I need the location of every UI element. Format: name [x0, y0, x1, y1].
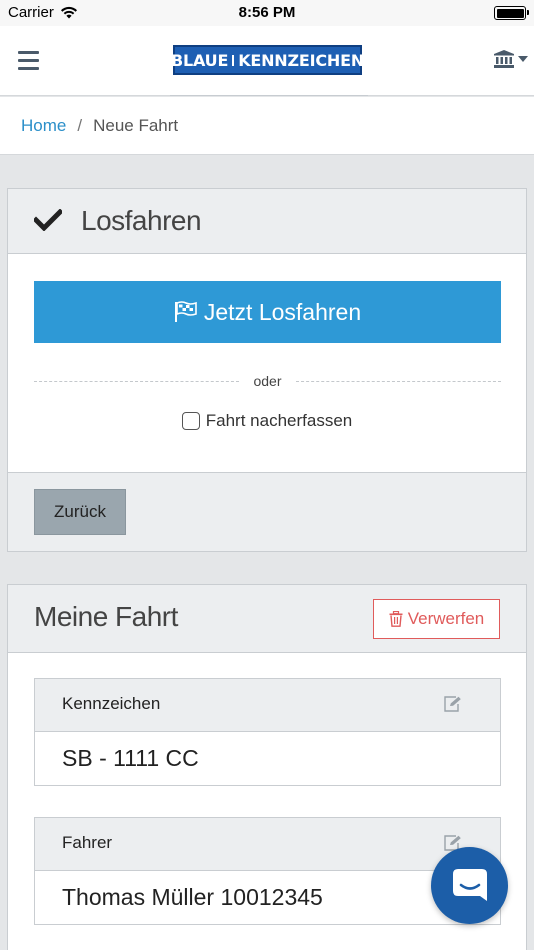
driver-value: Thomas Müller 10012345 [62, 884, 323, 910]
breadcrumb-home-link[interactable]: Home [21, 116, 66, 136]
battery-level [496, 8, 524, 18]
record-later-label[interactable]: Fahrt nacherfassen [206, 411, 352, 431]
hamburger-icon[interactable] [18, 51, 39, 70]
my-trip-header: Meine Fahrt Verwerfen [8, 585, 526, 653]
checkmark-icon [34, 209, 62, 231]
battery-icon [494, 6, 529, 20]
driver-label: Fahrer [62, 833, 113, 852]
status-bar: Carrier 8:56 PM [0, 0, 534, 26]
start-trip-card: Losfahren Jetzt Losfahren oder Fahrt nac… [7, 188, 527, 552]
chat-bubble-icon [452, 868, 487, 901]
edit-icon[interactable] [444, 696, 462, 712]
license-plate-field: Kennzeichen SB - 1111 CC [34, 678, 501, 786]
bank-icon [494, 50, 514, 68]
brand-link[interactable]: BLAUE KENNZEICHEN [170, 26, 368, 96]
driver-field-header: Fahrer [35, 818, 500, 871]
driver-field: Fahrer Thomas Müller 10012345 [34, 817, 501, 925]
start-trip-button[interactable]: Jetzt Losfahren [34, 281, 501, 343]
navbar: BLAUE KENNZEICHEN [0, 26, 534, 96]
brand-left-text: BLAUE [170, 50, 229, 70]
checkered-flag-icon [174, 301, 197, 322]
breadcrumb: Home / Neue Fahrt [0, 97, 534, 155]
my-trip-title: Meine Fahrt [34, 601, 178, 632]
start-trip-title: Losfahren [81, 205, 202, 236]
divider-text: oder [253, 373, 282, 389]
start-trip-footer: Zurück [8, 472, 526, 551]
status-time: 8:56 PM [238, 4, 296, 21]
trash-icon [389, 611, 403, 627]
license-plate-field-header: Kennzeichen [35, 679, 500, 732]
record-later-row[interactable]: Fahrt nacherfassen [8, 411, 526, 431]
license-plate-label: Kennzeichen [62, 694, 161, 713]
chevron-down-icon [518, 56, 528, 62]
or-divider: oder [34, 371, 501, 391]
brand-logo: BLAUE KENNZEICHEN [170, 45, 365, 75]
breadcrumb-separator: / [77, 115, 83, 135]
account-menu-button[interactable] [494, 50, 528, 68]
divider-line-right [295, 380, 501, 382]
brand-right-text: KENNZEICHEN [238, 50, 365, 70]
back-button[interactable]: Zurück [34, 489, 126, 535]
breadcrumb-current: Neue Fahrt [93, 115, 179, 135]
chat-button[interactable] [431, 847, 508, 924]
brand-flag-mark [232, 54, 235, 66]
discard-button-label: Verwerfen [407, 609, 485, 628]
license-plate-value: SB - 1111 CC [62, 745, 199, 771]
divider-line-left [34, 380, 240, 382]
start-trip-button-label: Jetzt Losfahren [203, 298, 362, 325]
start-trip-header: Losfahren [8, 189, 526, 254]
record-later-checkbox[interactable] [181, 412, 200, 430]
discard-button[interactable]: Verwerfen [373, 599, 500, 639]
